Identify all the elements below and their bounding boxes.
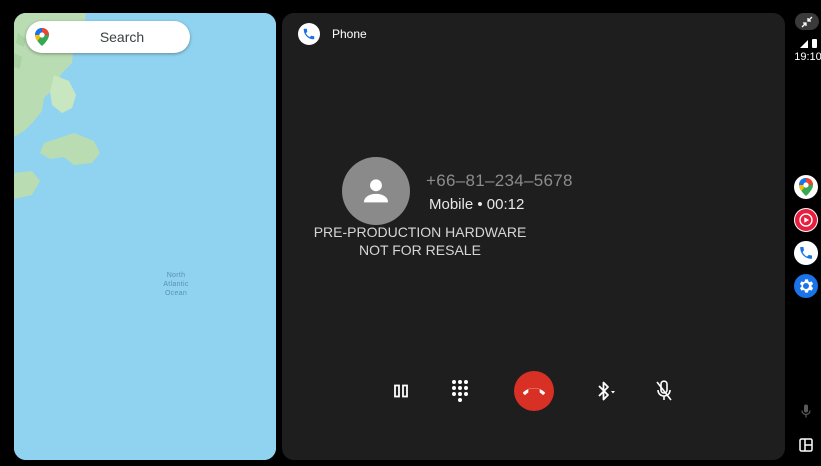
layout-switch-button[interactable] [798,437,814,453]
watermark-line-2: NOT FOR RESALE [359,242,481,258]
mute-button[interactable] [644,371,684,411]
phone-app-icon [298,23,320,45]
ocean-label: North Atlantic Ocean [163,272,189,297]
signal-battery-icon [800,39,817,48]
rail-app-phone[interactable] [794,241,818,265]
hold-button[interactable] [381,371,421,411]
preproduction-watermark: PRE-PRODUCTION HARDWARE NOT FOR RESALE [298,223,542,259]
phone-icon [794,241,818,265]
phone-icon [303,28,315,40]
gear-icon [799,279,814,293]
status-clock: 19:10 [794,51,821,63]
pause-icon [394,384,408,398]
map-search-bar[interactable]: Search [26,21,190,53]
status-indicators [799,38,819,48]
maps-pin-icon [799,178,813,196]
collapse-arrows-icon [801,16,813,27]
call-controls [282,371,785,415]
phone-panel: Phone +66–81–234–5678 Mobile • 00:12 PRE… [282,13,785,460]
rail-app-settings[interactable] [794,274,818,298]
youtube-music-icon [795,209,817,231]
call-end-icon [523,387,545,395]
caller-avatar [342,157,410,225]
end-call-button[interactable] [514,371,554,411]
caller-number: +66–81–234–5678 [426,171,573,190]
rail-app-youtube-music[interactable] [794,208,818,232]
collapse-button[interactable] [795,13,819,30]
rail-app-maps[interactable] [794,175,818,199]
android-auto-screen: Search North Atlantic Ocean Phone +66–81… [0,0,821,466]
mic-icon [801,404,811,418]
phone-app-header: Phone [298,23,367,45]
voice-assistant-button[interactable] [799,403,813,419]
audio-route-button[interactable] [586,371,626,411]
search-label: Search [99,29,145,45]
bluetooth-icon [598,381,615,401]
call-status: Mobile • 00:12 [429,196,525,213]
map-canvas[interactable] [14,13,276,460]
watermark-line-1: PRE-PRODUCTION HARDWARE [313,224,527,240]
mic-off-icon [656,380,672,401]
app-rail: 19:10 [785,0,821,466]
dialpad-icon [452,380,468,402]
map-panel[interactable]: Search North Atlantic Ocean [14,13,276,460]
phone-app-title: Phone [332,27,367,41]
dialpad-button[interactable] [440,371,480,411]
split-screen-icon [799,438,813,452]
person-icon [363,179,389,203]
